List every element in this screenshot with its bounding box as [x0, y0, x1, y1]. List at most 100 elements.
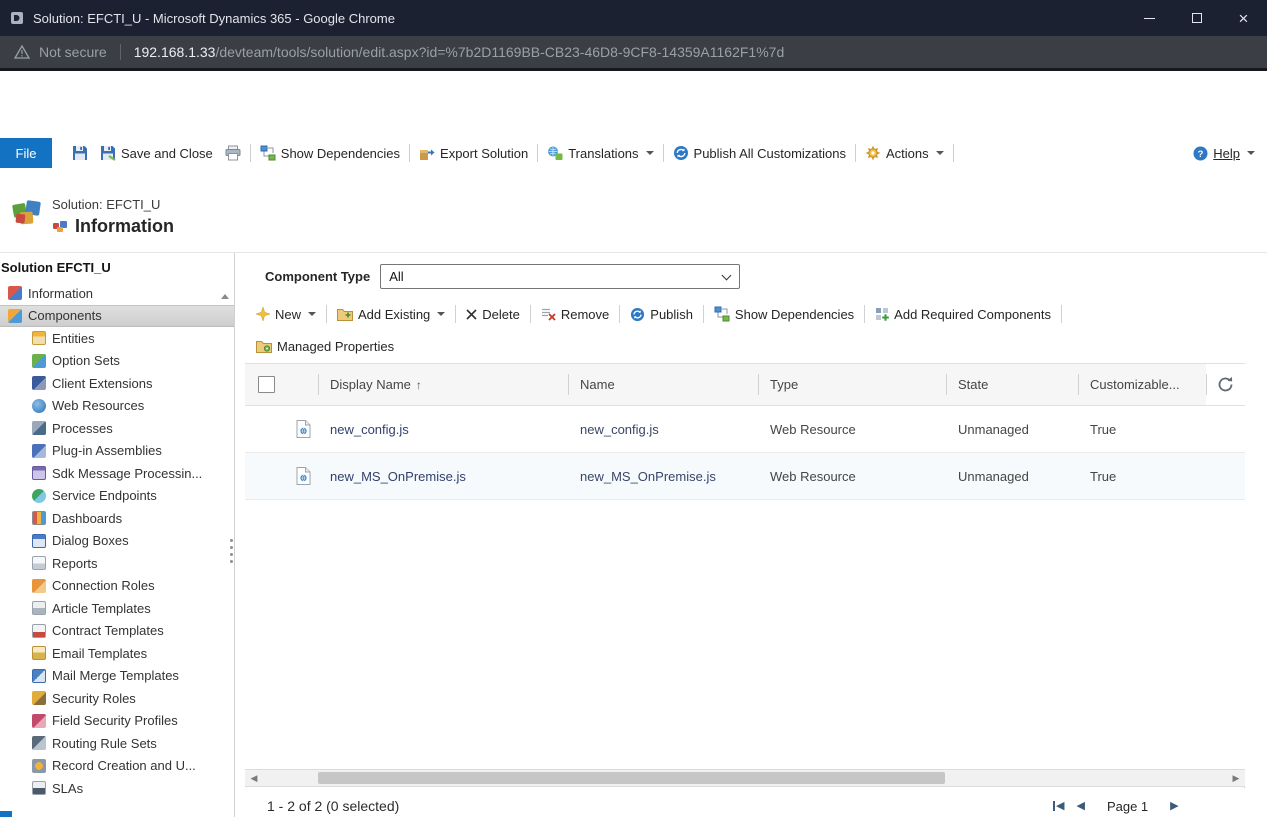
sidebar-item-sdk-message-processin[interactable]: Sdk Message Processin...: [0, 462, 234, 485]
sidebar-item-label: Security Roles: [52, 691, 136, 706]
remove-icon: [541, 307, 556, 321]
sidebar-item-label: Option Sets: [52, 353, 120, 368]
table-row[interactable]: new_config.js new_config.js Web Resource…: [245, 406, 1245, 453]
cell-state: Unmanaged: [958, 469, 1029, 484]
divider: [120, 44, 121, 60]
close-button[interactable]: ×: [1220, 0, 1267, 36]
new-button[interactable]: New: [249, 307, 323, 322]
sidebar-item-contract-templates[interactable]: Contract Templates: [0, 620, 234, 643]
actions-label: Actions: [886, 146, 929, 161]
select-all-checkbox[interactable]: [258, 376, 275, 393]
previous-page-button[interactable]: ◀: [1076, 801, 1084, 812]
sidebar-item-entities[interactable]: Entities: [0, 327, 234, 350]
minimize-button[interactable]: [1126, 0, 1173, 36]
grid-body: new_config.js new_config.js Web Resource…: [245, 406, 1245, 769]
sidebar-item-field-security-profiles[interactable]: Field Security Profiles: [0, 710, 234, 733]
sidebar-item-web-resources[interactable]: Web Resources: [0, 395, 234, 418]
sidebar-item-icon: [32, 691, 46, 705]
cell-display-name[interactable]: new_config.js: [330, 422, 409, 437]
column-header-name[interactable]: Name: [568, 364, 758, 405]
refresh-button[interactable]: [1206, 364, 1245, 405]
column-header-type[interactable]: Type: [758, 364, 946, 405]
publish-all-customizations-button[interactable]: Publish All Customizations: [667, 139, 852, 167]
sidebar-item-icon: [32, 579, 46, 593]
security-label[interactable]: Not secure: [39, 44, 107, 60]
cell-customizable: True: [1090, 469, 1116, 484]
publish-button[interactable]: Publish: [623, 307, 700, 322]
next-page-button[interactable]: ▶: [1170, 801, 1178, 812]
sidebar-item-article-templates[interactable]: Article Templates: [0, 597, 234, 620]
file-menu-label: File: [16, 146, 37, 161]
table-row[interactable]: new_MS_OnPremise.js new_MS_OnPremise.js …: [245, 453, 1245, 500]
sidebar-item-label: Reports: [52, 556, 98, 571]
sidebar-item-service-endpoints[interactable]: Service Endpoints: [0, 485, 234, 508]
sidebar-item-connection-roles[interactable]: Connection Roles: [0, 575, 234, 598]
sidebar-item-label: Routing Rule Sets: [52, 736, 157, 751]
column-header-display-name[interactable]: Display Name ↑: [318, 364, 568, 405]
sidebar-item-dialog-boxes[interactable]: Dialog Boxes: [0, 530, 234, 553]
sidebar-item-email-templates[interactable]: Email Templates: [0, 642, 234, 665]
sidebar-item-components[interactable]: Components: [0, 305, 234, 328]
add-required-components-button[interactable]: Add Required Components: [868, 307, 1058, 322]
divider: [530, 305, 531, 323]
column-header-customizable[interactable]: Customizable...: [1078, 364, 1206, 405]
show-dependencies-button[interactable]: Show Dependencies: [254, 139, 406, 167]
scrollbar-thumb[interactable]: [318, 772, 945, 784]
managed-properties-button[interactable]: Managed Properties: [249, 339, 401, 354]
sidebar-splitter-handle[interactable]: [227, 533, 235, 569]
sidebar-item-dashboards[interactable]: Dashboards: [0, 507, 234, 530]
triangle-up-icon: [221, 294, 229, 299]
address-bar[interactable]: Not secure 192.168.1.33/devteam/tools/so…: [0, 36, 1267, 68]
sidebar-item-record-creation-and-u[interactable]: Record Creation and U...: [0, 755, 234, 778]
bottom-left-accent: [0, 811, 12, 817]
delete-button[interactable]: Delete: [459, 307, 527, 322]
page-header: Solution: EFCTI_U Information: [10, 197, 174, 237]
help-button[interactable]: ? Help: [1187, 139, 1261, 167]
export-solution-button[interactable]: Export Solution: [413, 139, 534, 167]
column-header-state[interactable]: State: [946, 364, 1078, 405]
url-host: 192.168.1.33: [134, 44, 216, 60]
sidebar-item-information[interactable]: Information: [0, 282, 234, 305]
row-icon-cell: [288, 453, 318, 499]
file-menu-button[interactable]: File: [0, 138, 52, 168]
show-dependencies-icon: [260, 145, 276, 161]
sidebar-item-reports[interactable]: Reports: [0, 552, 234, 575]
actions-button[interactable]: Actions: [859, 139, 950, 167]
grid-status-bar: 1 - 2 of 2 (0 selected) ◀ ◀ Page 1 ▶: [245, 793, 1245, 817]
add-existing-button[interactable]: Add Existing: [330, 307, 452, 322]
remove-button[interactable]: Remove: [534, 307, 616, 322]
sidebar-item-option-sets[interactable]: Option Sets: [0, 350, 234, 373]
publish-icon: [630, 307, 645, 322]
save-and-close-button[interactable]: Save and Close: [94, 139, 219, 167]
sidebar-item-icon: [32, 736, 46, 750]
print-button[interactable]: [219, 139, 247, 167]
sidebar-item-mail-merge-templates[interactable]: Mail Merge Templates: [0, 665, 234, 688]
first-page-button[interactable]: ◀: [1053, 801, 1064, 812]
sidebar-item-icon: [32, 331, 46, 345]
grid-header: Display Name ↑ Name Type State Customiza…: [245, 363, 1245, 406]
maximize-button[interactable]: [1173, 0, 1220, 36]
save-button[interactable]: [66, 139, 94, 167]
scroll-left-button[interactable]: ◀: [245, 770, 263, 786]
sidebar-item-slas[interactable]: SLAs: [0, 777, 234, 800]
grid-show-dependencies-button[interactable]: Show Dependencies: [707, 306, 861, 322]
translations-button[interactable]: Translations: [541, 139, 659, 167]
solution-name-label: Solution: EFCTI_U: [52, 197, 174, 212]
cell-name: new_MS_OnPremise.js: [580, 469, 716, 484]
sidebar-item-security-roles[interactable]: Security Roles: [0, 687, 234, 710]
component-type-label: Component Type: [265, 269, 370, 284]
scroll-right-button[interactable]: ▶: [1227, 770, 1245, 786]
url-text[interactable]: 192.168.1.33/devteam/tools/solution/edit…: [134, 44, 785, 60]
sidebar-item-processes[interactable]: Processes: [0, 417, 234, 440]
sidebar-scroll-up-button[interactable]: [219, 290, 231, 302]
horizontal-scrollbar[interactable]: ◀ ▶: [245, 769, 1245, 787]
sidebar-item-routing-rule-sets[interactable]: Routing Rule Sets: [0, 732, 234, 755]
component-type-select[interactable]: All: [380, 264, 740, 289]
sidebar-item-client-extensions[interactable]: Client Extensions: [0, 372, 234, 395]
sidebar-title: Solution EFCTI_U: [0, 253, 234, 282]
divider: [663, 144, 664, 162]
icon-column-header: [288, 364, 318, 405]
chevron-down-icon: [722, 271, 732, 281]
sidebar-item-plug-in-assemblies[interactable]: Plug-in Assemblies: [0, 440, 234, 463]
cell-display-name[interactable]: new_MS_OnPremise.js: [330, 469, 466, 484]
